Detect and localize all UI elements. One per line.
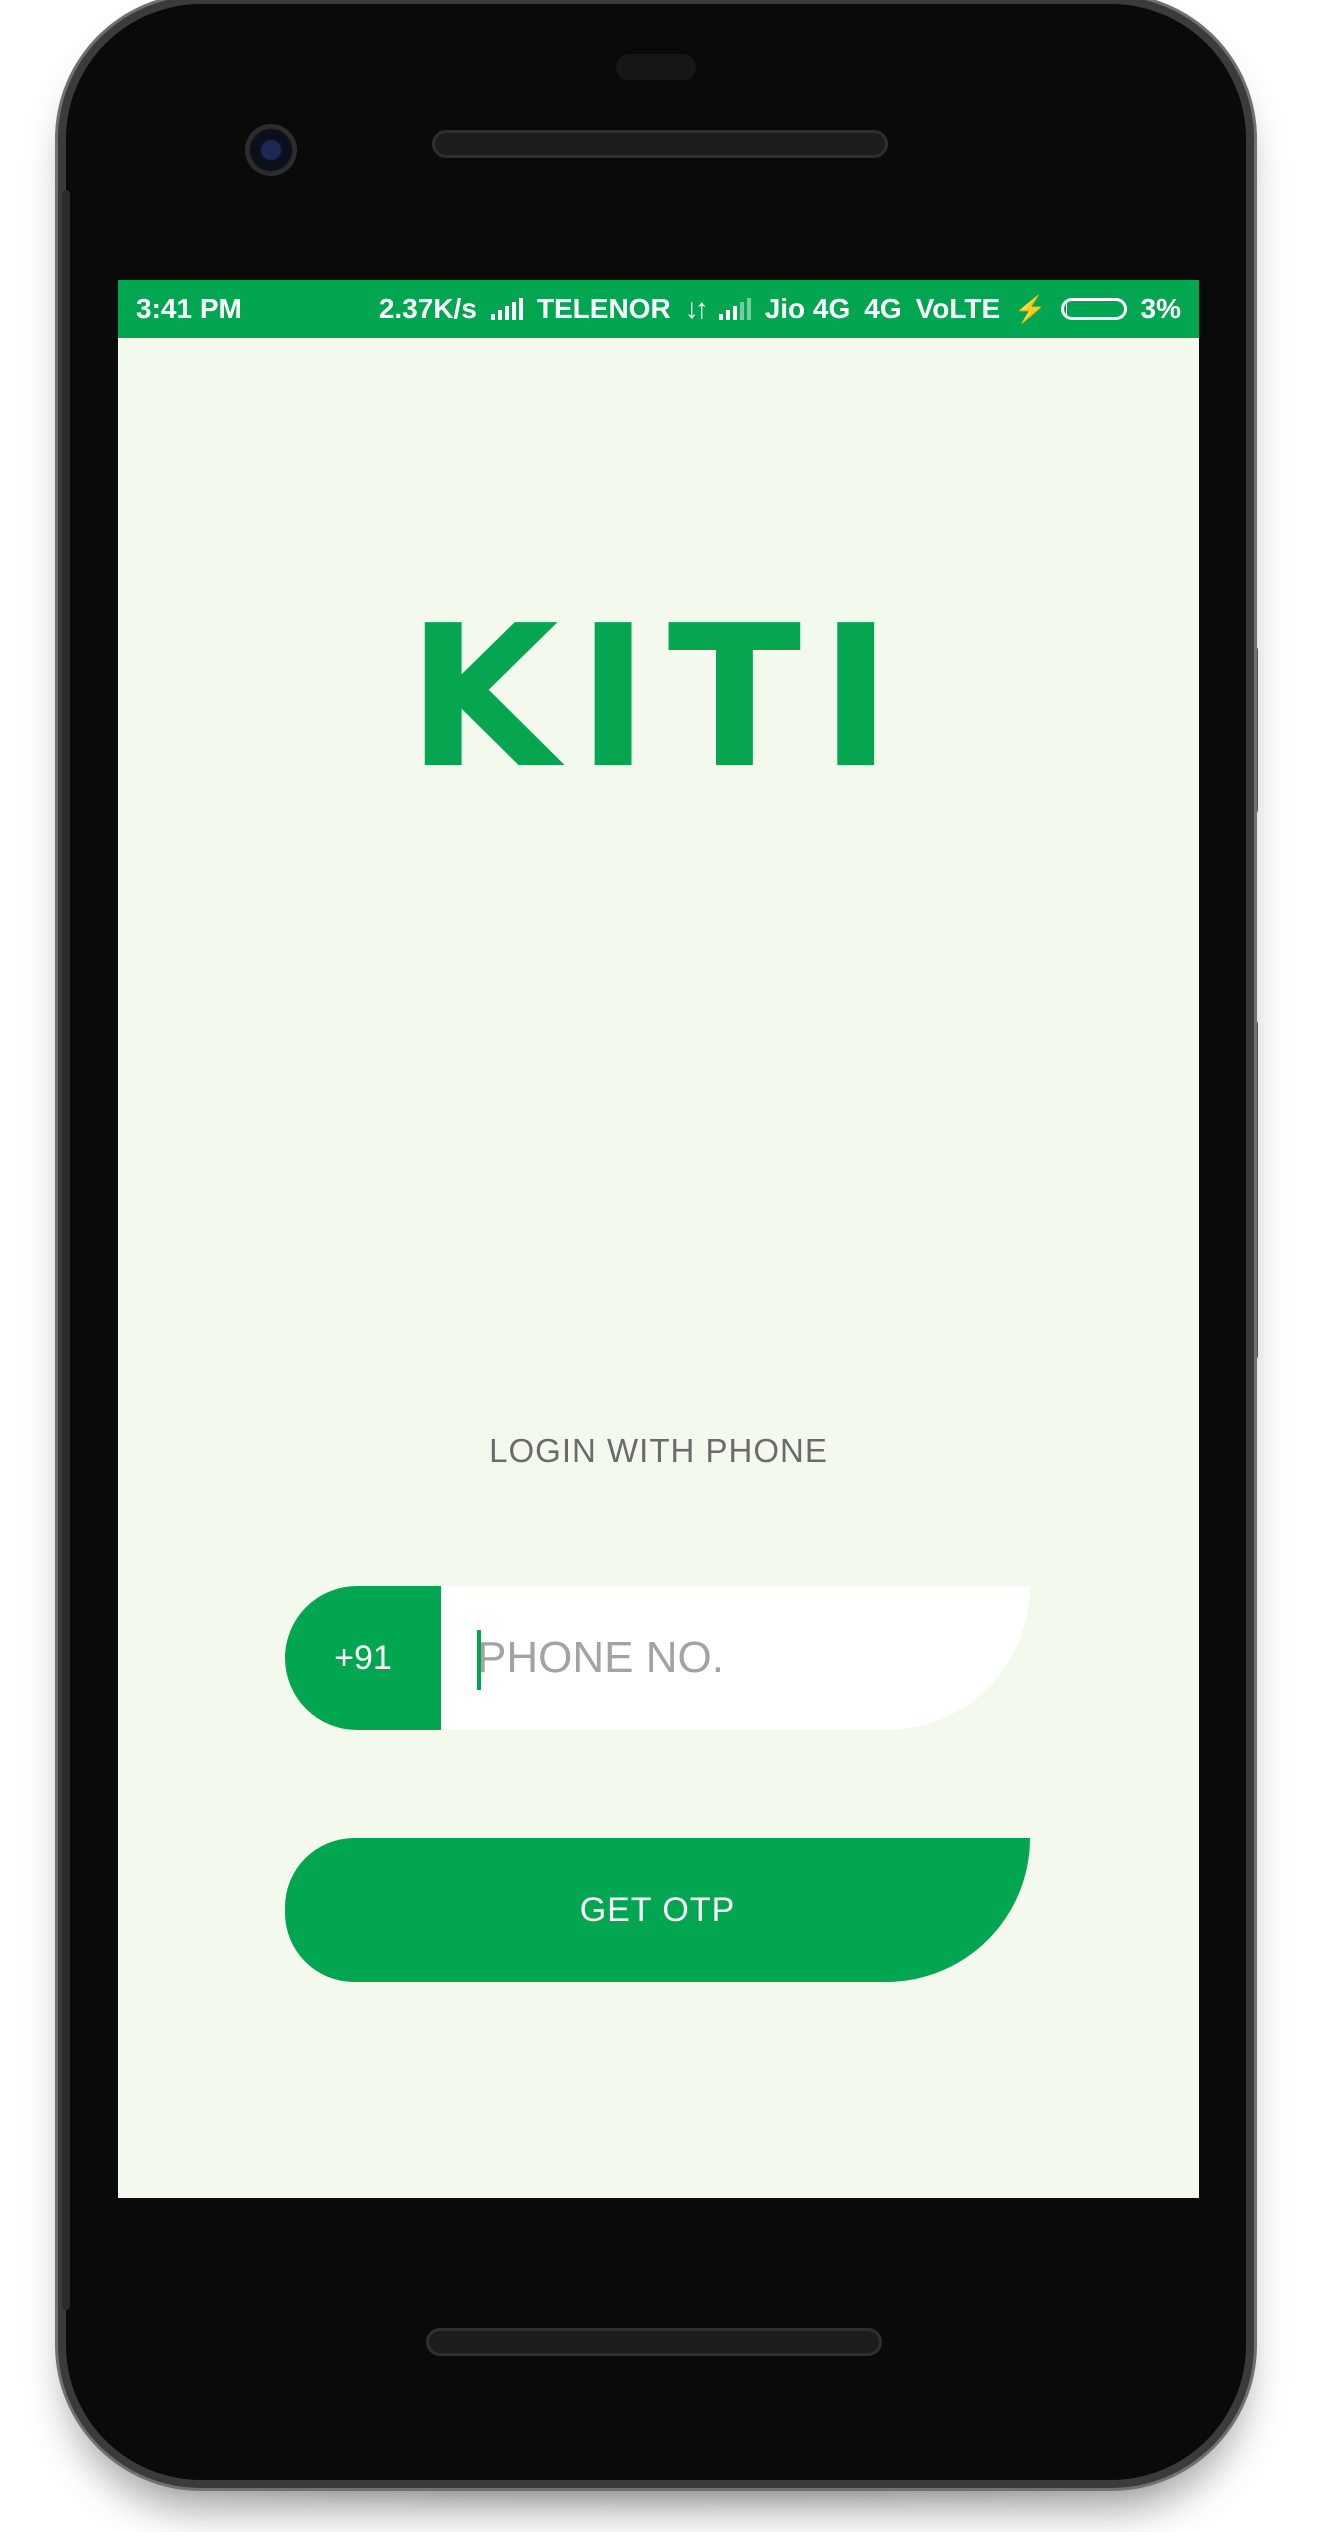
charging-bolt-icon: ⚡ [1014,293,1047,324]
battery-icon [1060,298,1127,320]
volte-indicator: VoLTE [915,293,1001,324]
status-time: 3:41 PM [136,293,242,324]
phone-input-container [441,1586,1030,1730]
carrier-name-2: Jio 4G [764,293,851,324]
network-type: 4G [864,293,902,324]
get-otp-button[interactable]: GET OTP [285,1838,1030,1982]
network-speed: 2.37K/s [378,293,477,324]
app-logo: KITI [406,584,911,812]
app-screen: 3:41 PM 2.37K/s TELENOR ↓↑ Jio 4G 4G VoL… [118,280,1199,2198]
text-cursor [477,1630,481,1690]
signal-icon [490,298,523,320]
status-bar: 3:41 PM 2.37K/s TELENOR ↓↑ Jio 4G 4G VoL… [118,280,1199,338]
device-mockup: 3:41 PM 2.37K/s TELENOR ↓↑ Jio 4G 4G VoL… [0,0,1330,2532]
battery-percent: 3% [1140,293,1181,324]
country-code-button[interactable]: +91 [285,1586,441,1730]
volume-rocker [1246,1020,1258,1360]
login-heading: LOGIN WITH PHONE [489,1432,828,1469]
carrier-name-1: TELENOR [536,293,671,324]
top-speaker-grille [432,130,888,158]
phone-number-input[interactable] [477,1586,997,1730]
bottom-speaker-grille [426,2328,882,2356]
power-button [1246,646,1258,814]
proximity-sensor [616,54,696,80]
data-arrows-icon: ↓↑ [684,293,709,324]
phone-input-group: +91 [285,1586,1030,1730]
front-camera [245,124,297,176]
signal-icon [718,298,751,320]
phone-side-edge [62,190,70,2310]
